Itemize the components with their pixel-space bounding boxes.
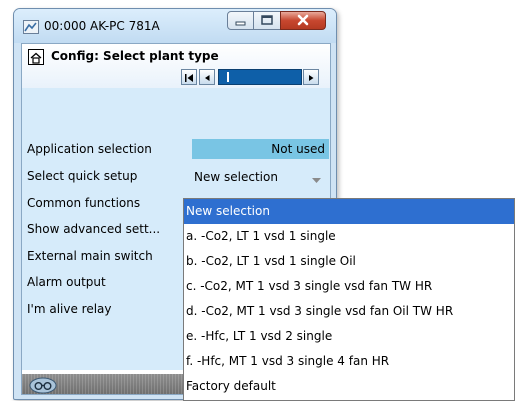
screen-title: Config: Select plant type — [51, 49, 219, 63]
maximize-button[interactable] — [254, 11, 280, 30]
home-button[interactable] — [28, 49, 44, 65]
dropdown-option[interactable]: f. -Hfc, MT 1 vsd 3 single 4 fan HR — [184, 349, 514, 374]
window-title: 00:000 AK-PC 781A — [44, 19, 160, 33]
alarm-output-label[interactable]: Alarm output — [27, 275, 106, 289]
dropdown-option[interactable]: b. -Co2, LT 1 vsd 1 single Oil — [184, 249, 514, 274]
first-page-icon — [185, 74, 193, 82]
page-caret — [227, 72, 229, 82]
maximize-icon — [261, 15, 273, 25]
network-icon — [23, 19, 39, 34]
close-icon — [297, 14, 309, 26]
previous-page-icon — [205, 75, 210, 81]
screen-header: Config: Select plant type — [22, 44, 330, 88]
title-bar[interactable]: 00:000 AK-PC 781A — [14, 9, 336, 43]
application-selection-value[interactable]: Not used — [192, 139, 329, 159]
next-page-icon — [309, 75, 314, 81]
dropdown-option[interactable]: a. -Co2, LT 1 vsd 1 single — [184, 224, 514, 249]
first-page-button[interactable] — [181, 69, 197, 85]
select-quick-setup-label: Select quick setup — [27, 169, 138, 183]
dropdown-option[interactable]: c. -Co2, MT 1 vsd 3 single vsd fan TW HR — [184, 274, 514, 299]
chevron-down-icon[interactable] — [311, 171, 322, 183]
dropdown-option[interactable]: d. -Co2, MT 1 vsd 3 single vsd fan Oil T… — [184, 299, 514, 324]
show-advanced-settings-label[interactable]: Show advanced sett... — [27, 222, 160, 236]
glasses-icon[interactable] — [29, 377, 57, 394]
dropdown-option[interactable]: e. -Hfc, LT 1 vsd 2 single — [184, 324, 514, 349]
next-page-button[interactable] — [303, 69, 319, 85]
application-selection-label: Application selection — [27, 142, 152, 156]
close-button[interactable] — [280, 11, 326, 30]
minimize-button[interactable] — [227, 11, 254, 30]
home-icon — [30, 52, 42, 64]
minimize-icon — [235, 21, 246, 26]
previous-page-button[interactable] — [199, 69, 215, 85]
dropdown-option[interactable]: New selection — [184, 199, 514, 224]
application-selection-value-text: Not used — [271, 142, 325, 156]
dropdown-option[interactable]: Factory default — [184, 374, 514, 399]
im-alive-relay-label[interactable]: I'm alive relay — [27, 302, 112, 316]
quick-setup-dropdown-list[interactable]: New selection a. -Co2, LT 1 vsd 1 single… — [183, 198, 515, 401]
quick-setup-select[interactable]: New selection — [194, 170, 278, 184]
page-indicator — [218, 69, 302, 85]
common-functions-label[interactable]: Common functions — [27, 196, 140, 210]
external-main-switch-label[interactable]: External main switch — [27, 249, 153, 263]
